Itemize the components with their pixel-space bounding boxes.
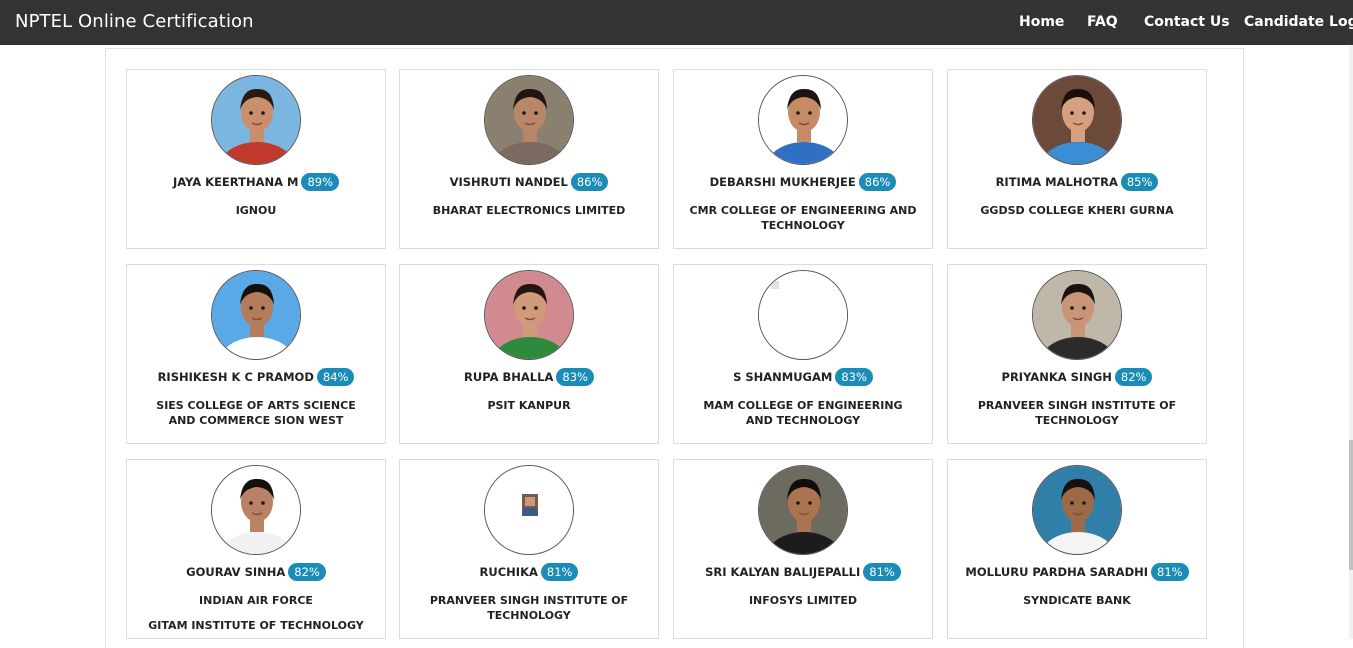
topper-name: PRIYANKA SINGH <box>1001 370 1112 384</box>
topper-photo <box>211 270 301 360</box>
topper-name: RUPA BHALLA <box>464 370 554 384</box>
page-scrollbar-thumb[interactable] <box>1349 440 1353 570</box>
top-navbar: NPTEL Online Certification Home FAQ Cont… <box>0 0 1353 45</box>
topper-card: RITIMA MALHOTRA 85% GGDSD COLLEGE KHERI GU… <box>947 69 1207 249</box>
topper-card: VISHRUTI NANDEL 86% BHARAT ELECTRONICS LIM… <box>399 69 659 249</box>
topper-photo <box>211 465 301 555</box>
score-badge: 81% <box>1151 563 1189 581</box>
topper-organization: PRANVEER SINGH INSTITUTE OF TECHNOLOGY <box>977 399 1177 427</box>
score-badge: 83% <box>835 368 873 386</box>
score-badge: 89% <box>301 173 340 191</box>
score-badge: 84% <box>316 368 355 386</box>
topper-photo <box>1032 465 1122 555</box>
topper-organization: INDIAN AIR FORCE <box>199 594 313 607</box>
topper-name: RITIMA MALHOTRA <box>995 175 1118 189</box>
topper-name: RUCHIKA <box>479 565 538 579</box>
topper-card: RUPA BHALLA 83% PSIT KANPUR <box>399 264 659 444</box>
site-brand[interactable]: NPTEL Online Certification <box>15 11 254 32</box>
topper-photo <box>758 465 848 555</box>
topper-photo <box>1032 270 1122 360</box>
topper-photo <box>484 465 574 555</box>
topper-name-line: RITIMA MALHOTRA 85% <box>948 173 1206 191</box>
topper-photo <box>211 75 301 165</box>
topper-name-line: RISHIKESH K C PRAMOD 84% <box>127 368 385 386</box>
nav-faq-link[interactable]: FAQ <box>1087 14 1118 30</box>
topper-card: RISHIKESH K C PRAMOD 84% SIES COLLEGE OF A… <box>126 264 386 444</box>
topper-card: PRIYANKA SINGH 82% PRANVEER SINGH INSTITUT… <box>947 264 1207 444</box>
nav-candidate-login-link[interactable]: Candidate Login <box>1244 14 1353 30</box>
score-badge: 83% <box>556 368 594 386</box>
topper-organization: PSIT KANPUR <box>487 399 571 412</box>
topper-card: JAYA KEERTHANA M 89% IGNOU <box>126 69 386 249</box>
score-badge: 81% <box>863 563 901 581</box>
topper-organization: IGNOU <box>235 204 277 217</box>
topper-photo <box>758 270 848 360</box>
topper-name-line: RUPA BHALLA 83% <box>400 368 658 386</box>
topper-photo <box>1032 75 1122 165</box>
score-badge: 82% <box>288 563 326 581</box>
topper-card: GOURAV SINHA 82% INDIAN AIR FORCE GITAM INS… <box>126 459 386 639</box>
topper-name: VISHRUTI NANDEL <box>449 175 568 189</box>
topper-name-line: S SHANMUGAM 83% <box>674 368 932 386</box>
topper-name: DEBARSHI MUKHERJEE <box>709 175 856 189</box>
topper-organization-secondary: GITAM INSTITUTE OF TECHNOLOGY <box>148 619 364 632</box>
topper-name: SRI KALYAN BALIJEPALLI <box>705 565 861 579</box>
topper-name-line: GOURAV SINHA 82% <box>127 563 385 581</box>
topper-photo <box>758 75 848 165</box>
topper-card: S SHANMUGAM 83% MAM COLLEGE OF ENGINEERING… <box>673 264 933 444</box>
topper-card: DEBARSHI MUKHERJEE 86% CMR COLLEGE OF ENGI… <box>673 69 933 249</box>
topper-name-line: VISHRUTI NANDEL 86% <box>400 173 658 191</box>
topper-name-line: PRIYANKA SINGH 82% <box>948 368 1206 386</box>
score-badge: 82% <box>1114 368 1153 386</box>
topper-organization: BHARAT ELECTRONICS LIMITED <box>432 204 626 217</box>
score-badge: 85% <box>1120 173 1159 191</box>
score-badge: 86% <box>858 173 897 191</box>
topper-name-line: RUCHIKA 81% <box>400 563 658 581</box>
topper-organization: SYNDICATE BANK <box>1023 594 1131 607</box>
topper-name: JAYA KEERTHANA M <box>172 175 299 189</box>
topper-name-line: JAYA KEERTHANA M 89% <box>127 173 385 191</box>
topper-organization: SIES COLLEGE OF ARTS SCIENCE AND COMMERC… <box>156 399 356 427</box>
nav-contact-link[interactable]: Contact Us <box>1144 14 1230 30</box>
topper-name: GOURAV SINHA <box>186 565 286 579</box>
topper-organization: INFOSYS LIMITED <box>748 594 858 607</box>
topper-card: SRI KALYAN BALIJEPALLI 81% INFOSYS LIMITED <box>673 459 933 639</box>
topper-name-line: DEBARSHI MUKHERJEE 86% <box>674 173 932 191</box>
score-badge: 86% <box>570 173 609 191</box>
topper-name: RISHIKESH K C PRAMOD <box>157 370 314 384</box>
topper-name: MOLLURU PARDHA SARADHI <box>965 565 1149 579</box>
topper-organization: CMR COLLEGE OF ENGINEERING AND TECHNOLOG… <box>689 204 917 232</box>
topper-photo <box>484 270 574 360</box>
topper-name-line: MOLLURU PARDHA SARADHI 81% <box>948 563 1206 581</box>
topper-card: RUCHIKA 81% PRANVEER SINGH INSTITUTE OF TE… <box>399 459 659 639</box>
topper-card: MOLLURU PARDHA SARADHI 81% SYNDICATE BANK <box>947 459 1207 639</box>
topper-name: S SHANMUGAM <box>733 370 833 384</box>
topper-photo <box>484 75 574 165</box>
topper-organization: GGDSD COLLEGE KHERI GURNA <box>980 204 1174 217</box>
topper-name-line: SRI KALYAN BALIJEPALLI 81% <box>674 563 932 581</box>
score-badge: 81% <box>540 563 579 581</box>
topper-organization: MAM COLLEGE OF ENGINEERING AND TECHNOLOG… <box>703 399 903 427</box>
topper-organization: PRANVEER SINGH INSTITUTE OF TECHNOLOGY <box>429 594 629 622</box>
nav-home-link[interactable]: Home <box>1019 14 1064 30</box>
